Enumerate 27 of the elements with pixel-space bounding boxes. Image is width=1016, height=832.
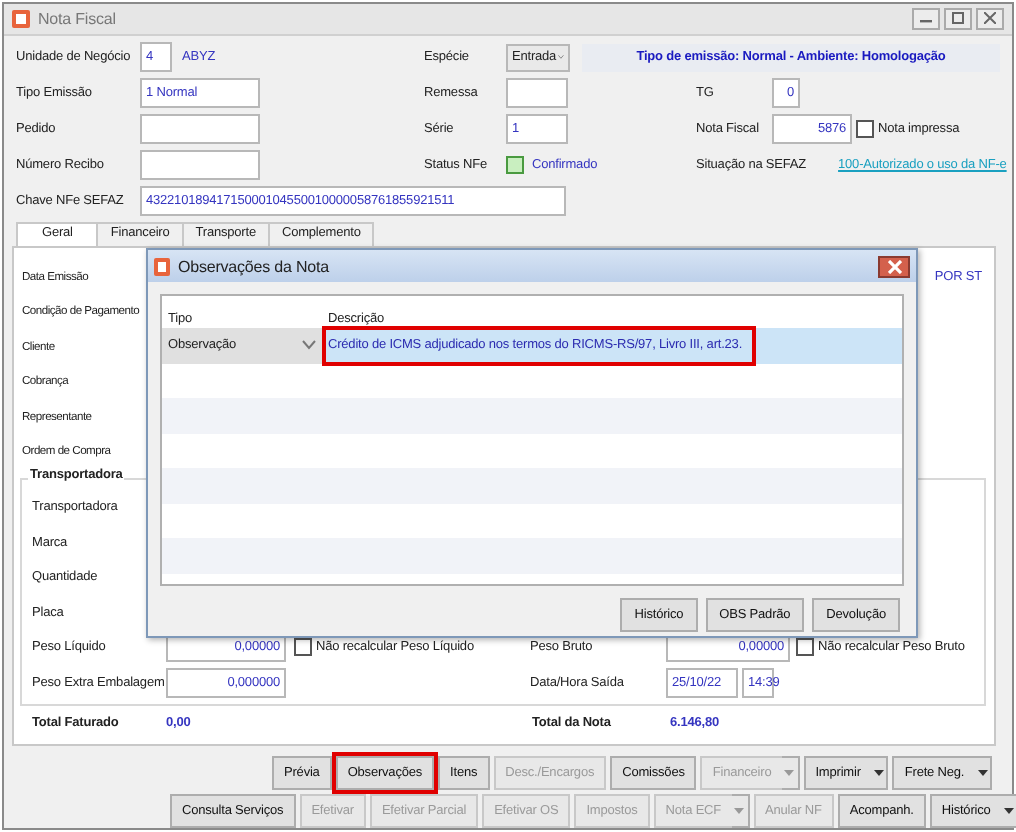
window-title: Nota Fiscal (38, 9, 116, 28)
close-icon (984, 12, 996, 25)
close-icon (887, 259, 901, 273)
checkbox[interactable] (856, 120, 874, 139)
dialog-title: Observações da Nota (178, 257, 329, 275)
maximize-button[interactable] (944, 7, 972, 30)
checkbox[interactable] (294, 638, 312, 657)
dropdown-button[interactable] (1000, 794, 1016, 828)
input-field[interactable] (140, 150, 260, 181)
dropdown-button[interactable] (870, 756, 889, 790)
caret-icon (1003, 808, 1014, 814)
app-icon (154, 257, 170, 275)
status-indicator-icon (506, 156, 524, 175)
checkbox[interactable] (796, 638, 814, 657)
caret-icon (873, 770, 884, 776)
input-field[interactable] (506, 78, 568, 109)
caret-icon (977, 770, 988, 776)
input-field[interactable] (140, 114, 260, 145)
close-button[interactable] (878, 255, 910, 277)
caret-icon (734, 808, 745, 814)
app-icon (12, 9, 30, 28)
maximize-icon (952, 12, 964, 25)
caret-icon (784, 770, 795, 776)
minimize-button[interactable] (912, 7, 940, 30)
dropdown-button[interactable] (974, 756, 993, 790)
close-button[interactable] (976, 7, 1004, 30)
chevron-icon (302, 340, 316, 351)
